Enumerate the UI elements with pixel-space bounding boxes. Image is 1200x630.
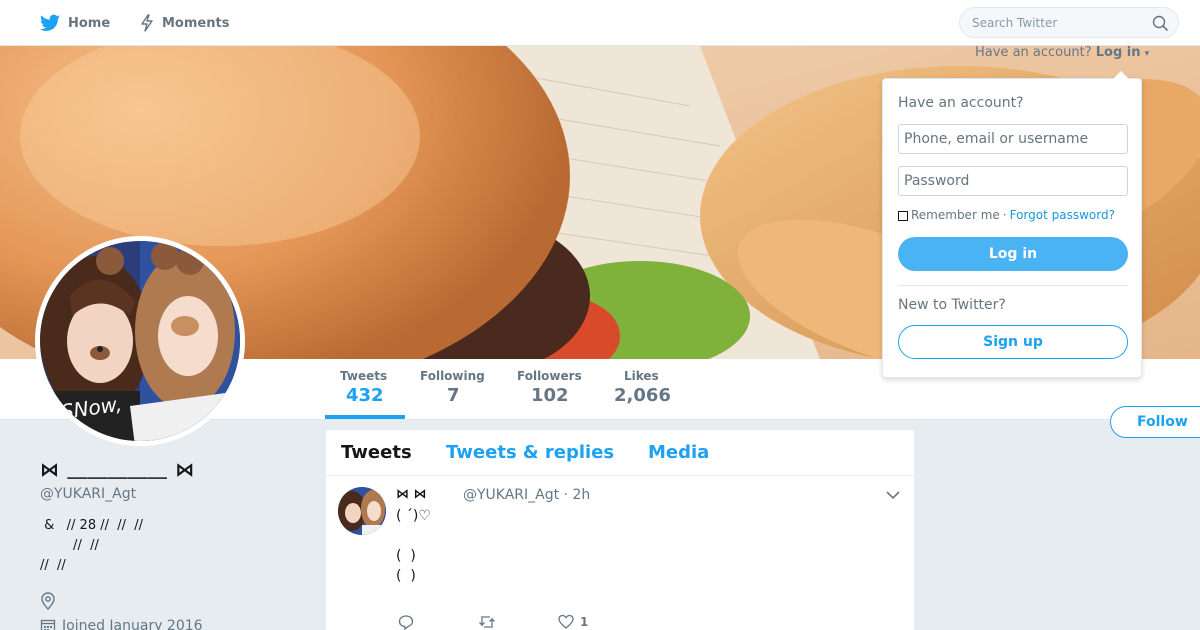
- tweet-author-name[interactable]: ⋈ ⋈: [396, 487, 427, 502]
- tweet-meta: @YUKARI_Agt · 2h: [463, 487, 590, 503]
- remember-separator: ·: [1002, 208, 1007, 222]
- twitter-bird-icon: [40, 14, 60, 31]
- location-pin-icon: [41, 592, 55, 610]
- stat-value: 102: [531, 385, 569, 406]
- login-dropdown-title: Have an account?: [898, 95, 1024, 111]
- joined-label: Joined January 2016: [62, 618, 203, 630]
- tab-tweets[interactable]: Tweets: [341, 442, 412, 463]
- search-box: [959, 7, 1179, 38]
- heart-icon: [558, 614, 574, 629]
- profile-display-name[interactable]: ⋈ ＿＿＿＿＿ ⋈: [40, 455, 300, 482]
- new-to-twitter-label: New to Twitter?: [898, 297, 1006, 313]
- stat-label: Likes: [624, 369, 659, 383]
- reply-icon: [398, 615, 414, 630]
- nav-home-label: Home: [68, 15, 111, 31]
- username-field[interactable]: [898, 124, 1128, 154]
- remember-me-label[interactable]: Remember me: [911, 208, 1000, 222]
- nav-home[interactable]: Home: [40, 0, 110, 46]
- login-prompt-text: Have an account?: [975, 45, 1092, 60]
- tab-tweets-and-replies[interactable]: Tweets & replies: [446, 442, 614, 463]
- retweet-icon: [479, 616, 495, 628]
- calendar-icon: [40, 619, 56, 630]
- avatar-photo: SNow,: [40, 241, 240, 441]
- like-count: 1: [580, 615, 589, 629]
- tweet-avatar-photo: [338, 487, 386, 535]
- stat-label: Followers: [517, 369, 582, 383]
- tweet-author-handle[interactable]: @YUKARI_Agt: [463, 487, 559, 503]
- stat-likes[interactable]: Likes 2,066: [614, 369, 671, 406]
- login-prompt: Have an account? Log in ▾: [975, 45, 1149, 60]
- stat-value: 2,066: [614, 385, 671, 406]
- search-input[interactable]: [960, 8, 1145, 37]
- active-stat-indicator: [325, 415, 405, 419]
- stat-tweets[interactable]: Tweets 432: [340, 369, 387, 406]
- profile-timeline: Tweets Tweets & replies Media ⋈ ⋈ @YUKAR…: [326, 430, 914, 630]
- tweet-text: ( ´)♡ ( ) ( ): [396, 508, 431, 584]
- stat-value: 7: [447, 385, 460, 406]
- tweet-timestamp[interactable]: 2h: [572, 487, 590, 503]
- follow-button[interactable]: Follow: [1110, 406, 1200, 438]
- tweet-avatar[interactable]: [338, 487, 386, 535]
- caret-down-icon[interactable]: ▾: [1145, 49, 1150, 59]
- stat-label: Tweets: [340, 369, 388, 383]
- stat-following[interactable]: Following 7: [420, 369, 485, 406]
- tab-media[interactable]: Media: [648, 442, 709, 463]
- remember-me-row: Remember me · Forgot password?: [898, 208, 1115, 222]
- forgot-password-link[interactable]: Forgot password?: [1010, 208, 1115, 222]
- profile-bio: & // 28 // // // // // // //: [40, 518, 144, 573]
- like-action[interactable]: 1: [558, 614, 588, 630]
- stat-label: Following: [420, 369, 485, 383]
- nav-moments[interactable]: Moments: [140, 0, 229, 46]
- tweet-meta-separator: ·: [563, 487, 569, 503]
- password-field[interactable]: [898, 166, 1128, 196]
- stat-followers[interactable]: Followers 102: [517, 369, 582, 406]
- nav-moments-label: Moments: [162, 15, 230, 31]
- tweet[interactable]: ⋈ ⋈ @YUKARI_Agt · 2h ( ´)♡ ( ) ( ): [326, 476, 914, 630]
- profile-handle[interactable]: @YUKARI_Agt: [40, 486, 300, 502]
- reply-action[interactable]: [398, 614, 414, 630]
- profile-location: [40, 592, 300, 610]
- stat-value: 432: [346, 385, 384, 406]
- lightning-bolt-icon: [141, 14, 153, 32]
- login-dropdown: Have an account? Remember me · Forgot pa…: [882, 71, 1142, 378]
- profile-avatar[interactable]: SNow,: [35, 236, 245, 446]
- search-icon[interactable]: [1152, 15, 1168, 31]
- login-link[interactable]: Log in: [1096, 45, 1141, 60]
- top-navigation-bar: Home Moments: [0, 0, 1200, 46]
- login-divider: [898, 285, 1128, 286]
- profile-joined-date: Joined January 2016: [40, 618, 300, 630]
- dropdown-arrow: [1113, 71, 1129, 79]
- chevron-down-icon[interactable]: [886, 490, 900, 500]
- timeline-tabs: Tweets Tweets & replies Media: [326, 430, 914, 476]
- remember-me-checkbox[interactable]: [898, 211, 908, 221]
- signup-button[interactable]: Sign up: [898, 325, 1128, 359]
- profile-card: ⋈ ＿＿＿＿＿ ⋈ @YUKARI_Agt & // 28 // // // /…: [40, 455, 300, 630]
- login-button[interactable]: Log in: [898, 237, 1128, 271]
- retweet-action[interactable]: [478, 614, 496, 630]
